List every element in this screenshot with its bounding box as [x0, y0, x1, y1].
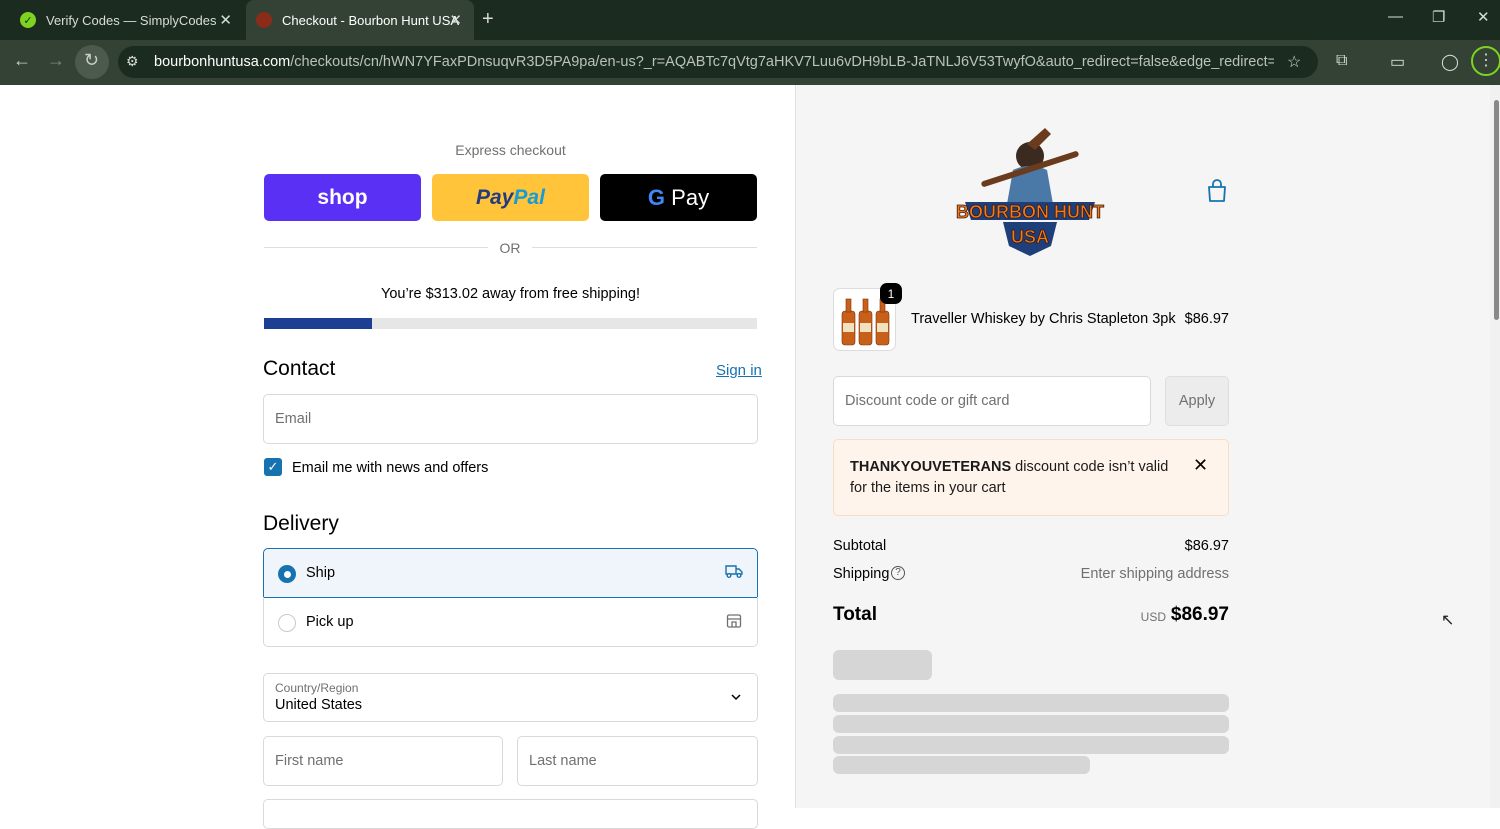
shop-pay-logo-icon: shop	[317, 185, 368, 209]
ship-option-label: Ship	[306, 565, 336, 581]
loading-skeleton	[833, 736, 1229, 754]
divider	[532, 247, 757, 248]
subtotal-label: Subtotal	[833, 538, 887, 554]
simplycodes-favicon-icon: ✓	[20, 12, 36, 28]
shipping-label: Shipping	[833, 566, 890, 582]
free-shipping-message: You’re $313.02 away from free shipping!	[380, 286, 641, 302]
invalid-code: THANKYOUVETERANS	[850, 459, 1012, 475]
loading-skeleton	[833, 715, 1229, 733]
svg-text:USA: USA	[1011, 227, 1049, 247]
address-field[interactable]	[263, 799, 758, 829]
forward-icon[interactable]: →	[47, 50, 65, 71]
shipping-value: Enter shipping address	[1080, 566, 1229, 582]
quantity-badge: 1	[880, 283, 902, 304]
loading-skeleton	[833, 756, 1090, 774]
pickup-option-label: Pick up	[306, 614, 354, 630]
tab-title: Checkout - Bourbon Hunt USA	[282, 12, 460, 28]
menu-icon[interactable]: ⋮	[1471, 46, 1500, 76]
store-icon	[726, 614, 742, 628]
loading-skeleton	[833, 650, 932, 680]
google-pay-logo-icon: G Pay	[647, 184, 710, 210]
last-name-field[interactable]: Last name	[517, 736, 758, 786]
express-checkout-label: Express checkout	[455, 142, 566, 158]
ship-option[interactable]	[263, 548, 758, 598]
discount-error-message: THANKYOUVETERANS discount code isn’t val…	[850, 459, 1169, 496]
country-value: United States	[275, 697, 363, 713]
total-value: $86.97	[1170, 604, 1229, 625]
country-label: Country/Region	[275, 681, 359, 695]
sign-in-link[interactable]: Sign in	[716, 362, 762, 379]
window-close-icon[interactable]: ✕	[1477, 8, 1490, 26]
divider	[264, 247, 488, 248]
product-price: $86.97	[1184, 311, 1229, 327]
tab-simplycodes[interactable]: ✓ Verify Codes — SimplyCodes ✕	[8, 0, 244, 40]
bourbon-hunt-logo[interactable]: BOURBON HUNT USA	[955, 122, 1105, 260]
contact-heading: Contact	[263, 357, 336, 380]
reload-icon[interactable]: ↻	[84, 50, 99, 71]
first-name-field[interactable]: First name	[263, 736, 503, 786]
close-tab-icon[interactable]: ✕	[219, 11, 232, 29]
bourbon-hunt-favicon-icon	[256, 12, 272, 28]
apply-discount-button[interactable]: Apply	[1165, 376, 1229, 426]
extensions-icon[interactable]: ⧉	[1336, 52, 1347, 70]
subtotal-value: $86.97	[1184, 538, 1229, 554]
restore-icon[interactable]: ❐	[1432, 8, 1445, 26]
tab-checkout[interactable]: Checkout - Bourbon Hunt USA ✕	[246, 0, 474, 40]
url-text[interactable]: bourbonhuntusa.com/checkouts/cn/hWN7YFax…	[154, 54, 1274, 70]
delivery-heading: Delivery	[263, 512, 339, 535]
profile-icon[interactable]: ◯	[1441, 52, 1459, 72]
chevron-down-icon	[731, 694, 741, 701]
discount-code-input[interactable]: Discount code or gift card	[833, 376, 1151, 426]
cast-icon[interactable]: ▭	[1390, 52, 1405, 72]
free-shipping-progress-bar	[264, 318, 372, 329]
ship-radio[interactable]	[278, 565, 296, 583]
shop-pay-button[interactable]: shop	[264, 174, 421, 221]
or-separator: OR	[499, 240, 521, 256]
checkmark-icon: ✓	[267, 459, 279, 474]
paypal-logo-icon: PayPal	[476, 185, 545, 209]
google-pay-button[interactable]: G Pay	[600, 174, 757, 221]
mouse-cursor-icon: ↖	[1441, 612, 1455, 629]
truck-icon	[725, 565, 743, 578]
close-tab-icon[interactable]: ✕	[449, 11, 462, 29]
cart-bag-icon[interactable]	[1205, 178, 1229, 204]
email-field[interactable]: Email	[263, 394, 758, 444]
news-offers-checkbox[interactable]: ✓	[264, 458, 282, 476]
product-name: Traveller Whiskey by Chris Stapleton 3pk	[911, 311, 1176, 327]
total-currency: USD	[1140, 610, 1166, 624]
help-icon[interactable]: ?	[891, 566, 905, 580]
close-icon[interactable]: ✕	[1193, 455, 1208, 476]
bookmark-star-icon[interactable]: ☆	[1287, 52, 1301, 72]
minimize-icon[interactable]: —	[1388, 8, 1403, 25]
tab-title: Verify Codes — SimplyCodes	[46, 12, 217, 28]
total-label: Total	[833, 604, 877, 625]
back-icon[interactable]: ←	[13, 50, 31, 71]
site-info-icon[interactable]: ⚙	[126, 53, 139, 70]
new-tab-icon[interactable]: +	[482, 8, 494, 31]
svg-text:BOURBON HUNT: BOURBON HUNT	[956, 202, 1104, 222]
paypal-button[interactable]: PayPal	[432, 174, 589, 221]
loading-skeleton	[833, 694, 1229, 712]
news-offers-label: Email me with news and offers	[292, 460, 489, 476]
scrollbar-thumb[interactable]	[1494, 100, 1499, 320]
pickup-radio[interactable]	[278, 614, 296, 632]
